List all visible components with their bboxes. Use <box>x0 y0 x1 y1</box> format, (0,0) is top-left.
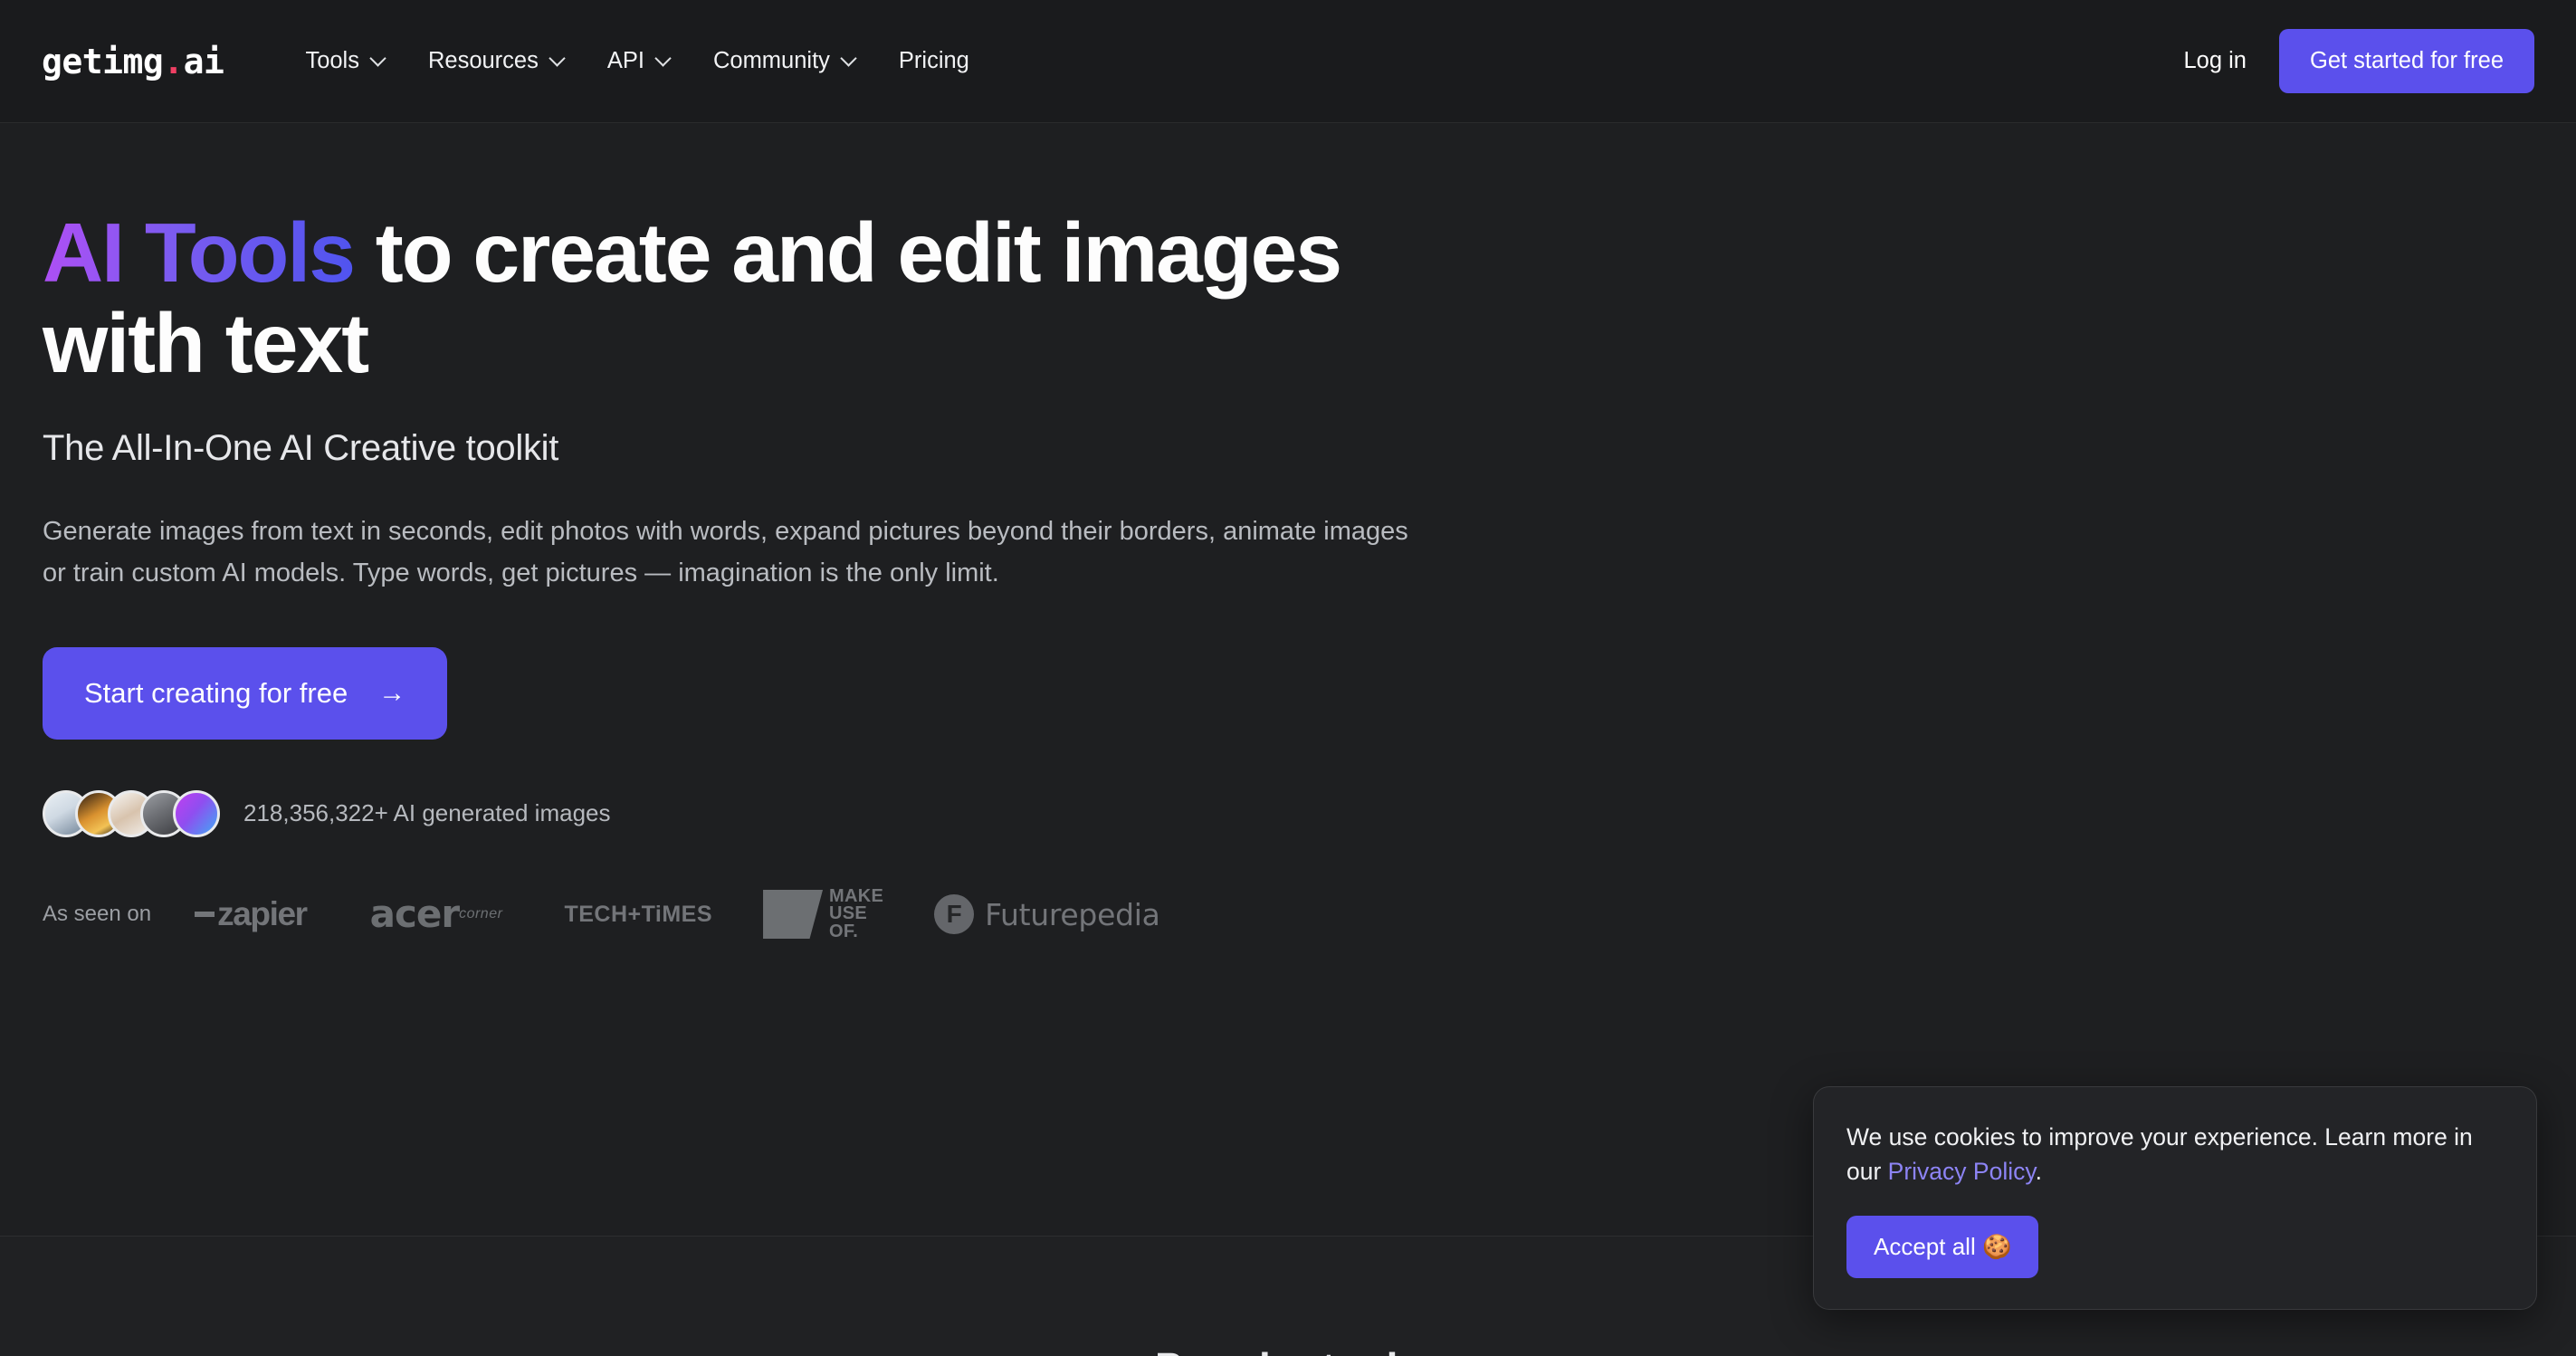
avatar <box>173 789 220 837</box>
top-navigation-bar: getimg.ai Tools Resources API Community <box>0 0 2576 123</box>
nav-item-tools[interactable]: Tools <box>283 39 406 83</box>
social-proof-row: 218,356,322+ AI generated images <box>43 789 1455 837</box>
chevron-down-icon <box>550 52 564 65</box>
logo-tld: ai <box>183 41 224 81</box>
hero-subtitle: The All-In-One AI Creative toolkit <box>43 428 559 468</box>
generated-images-count: 218,356,322+ AI generated images <box>243 799 611 827</box>
acer-corner-logo: acer corner <box>369 891 503 936</box>
nav-item-community[interactable]: Community <box>692 39 877 83</box>
chevron-down-icon <box>656 52 670 65</box>
chevron-down-icon <box>371 52 385 65</box>
next-section-title: Popular tools <box>0 1343 2576 1356</box>
privacy-policy-link[interactable]: Privacy Policy <box>1888 1158 2036 1185</box>
cookie-consent-banner: We use cookies to improve your experienc… <box>1813 1086 2537 1310</box>
tech-times-line-1: TECH+ <box>564 901 642 927</box>
landing-page: getimg.ai Tools Resources API Community <box>0 0 2576 1356</box>
as-seen-on-row: As seen on zapier acer corner TECH+ TiME… <box>43 887 1455 941</box>
hero-image-collage <box>1490 0 2576 1122</box>
acer-logo-text: acer <box>369 891 460 936</box>
cookie-text-after: . <box>2035 1158 2043 1186</box>
get-started-button[interactable]: Get started for free <box>2278 29 2534 93</box>
nav-item-api-label: API <box>606 48 644 73</box>
accept-all-cookies-button[interactable]: Accept all 🍪 <box>1846 1215 2039 1278</box>
logo-dot: . <box>163 41 184 81</box>
hero-description: Generate images from text in seconds, ed… <box>43 517 1408 587</box>
zapier-underscore-icon <box>195 912 215 918</box>
login-link[interactable]: Log in <box>2184 48 2247 74</box>
chevron-down-icon <box>842 52 855 65</box>
as-seen-on-label: As seen on <box>43 902 152 927</box>
headline-accent: AI Tools <box>43 205 356 300</box>
make-use-of-line-3: OF. <box>829 921 859 941</box>
cookie-banner-text: We use cookies to improve your experienc… <box>1846 1120 2504 1189</box>
zapier-logo-text: zapier <box>217 895 308 933</box>
nav-item-api[interactable]: API <box>586 39 692 83</box>
make-use-of-text: MAKE USE OF. <box>829 887 883 941</box>
zapier-logo: zapier <box>195 895 308 933</box>
hero-section: AI Tools to create and edit images with … <box>43 205 1455 941</box>
nav-item-resources-label: Resources <box>427 48 539 73</box>
tech-times-logo: TECH+ TiMES <box>564 901 713 927</box>
acer-logo-subtext: corner <box>459 905 503 922</box>
nav-actions: Log in Get started for free <box>2184 29 2534 93</box>
avatar-stack <box>43 789 220 837</box>
logo-name: getimg <box>42 41 164 81</box>
make-use-of-logo: MAKE USE OF. <box>763 887 883 941</box>
nav-item-community-label: Community <box>712 48 830 73</box>
nav-item-tools-label: Tools <box>305 48 359 73</box>
nav-item-resources[interactable]: Resources <box>406 39 586 83</box>
futurepedia-logo: F Futurepedia <box>934 894 1160 935</box>
futurepedia-mark-icon: F <box>934 894 975 935</box>
start-creating-button[interactable]: Start creating for free → <box>43 646 448 740</box>
site-logo[interactable]: getimg.ai <box>42 44 224 79</box>
start-creating-label: Start creating for free <box>84 676 348 709</box>
nav-item-pricing[interactable]: Pricing <box>877 39 991 83</box>
nav-item-pricing-label: Pricing <box>898 48 969 73</box>
page-title: AI Tools to create and edit images with … <box>43 205 1455 388</box>
futurepedia-mark-letter: F <box>946 900 962 929</box>
make-use-of-mark-icon <box>763 890 824 940</box>
nav-links: Tools Resources API Community Pricing <box>283 39 990 83</box>
futurepedia-logo-text: Futurepedia <box>985 896 1160 932</box>
tech-times-line-2: TiMES <box>641 901 713 927</box>
make-use-of-line-2: USE <box>829 903 868 924</box>
arrow-right-icon: → <box>378 677 406 708</box>
